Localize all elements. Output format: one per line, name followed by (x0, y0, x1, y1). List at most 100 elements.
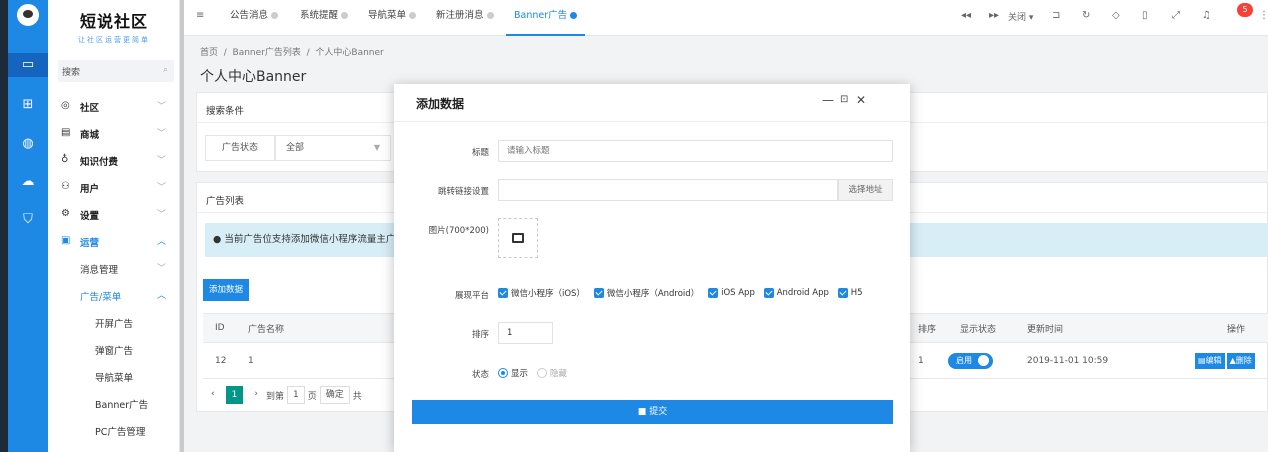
sidebar-item-settings[interactable]: ⚙ 设置 ﹀ (48, 200, 180, 227)
close-tab-icon[interactable] (271, 12, 279, 19)
edit-icon: ▤ (1198, 355, 1206, 365)
sidebar-item-message-mgmt[interactable]: 消息管理 ﹀ (48, 254, 180, 281)
platform-checkbox-ios-app[interactable]: iOS App (708, 288, 755, 298)
status-toggle-cell: 启用 (948, 343, 993, 378)
add-data-button[interactable]: 添加数据 (203, 279, 250, 301)
platform-checkbox-android-app[interactable]: Android App (763, 288, 829, 298)
close-tab-icon[interactable] (570, 12, 578, 19)
goto-input[interactable]: 1 (286, 386, 305, 404)
prev-page-icon[interactable]: ‹ (206, 386, 220, 404)
grid-icon[interactable]: ⊞ (8, 93, 48, 117)
breadcrumb-current: 个人中心Banner (315, 48, 384, 58)
delete-button[interactable]: ▲删除 (1226, 352, 1255, 369)
breadcrumb-home[interactable]: 首页 (200, 48, 218, 58)
breadcrumb-list[interactable]: Banner广告列表 (233, 48, 301, 58)
sidebar-item-mall[interactable]: ▤ 商城 ﹀ (48, 119, 180, 146)
title-input[interactable] (498, 140, 893, 162)
sidebar-item-splash-ad[interactable]: 开屏广告 (48, 308, 180, 335)
checkbox-icon (498, 288, 508, 298)
list-panel-header: 广告列表 (206, 196, 245, 207)
close-menu[interactable]: 关闭 ▾ (1008, 10, 1033, 23)
refresh-icon[interactable]: ↻ (1082, 10, 1090, 21)
checkbox-label: 微信小程序（iOS） (511, 289, 585, 299)
close-tab-icon[interactable] (409, 12, 417, 19)
chevron-down-icon: ﹀ (156, 264, 166, 274)
submit-label: 提交 (649, 407, 668, 417)
col-id: ID (215, 323, 225, 333)
scroll-left-icon[interactable]: ◂◂ (961, 10, 971, 21)
checkbox-icon (763, 288, 774, 298)
sidebar-item-ads-menu[interactable]: 广告/菜单 ︿ (48, 281, 180, 308)
sidebar-search-label: 搜索 (62, 68, 81, 78)
status-radio-hide[interactable]: 隐藏 (536, 367, 567, 379)
link-input[interactable] (498, 179, 838, 201)
edit-button[interactable]: ▤编辑 (1195, 352, 1225, 369)
theme-icon[interactable]: ◇ (1112, 10, 1120, 21)
delete-label: 删除 (1235, 355, 1252, 365)
chart-icon: ▣ (61, 235, 71, 246)
tab-new-register[interactable]: 新注册消息 (436, 0, 494, 36)
tab-banner-ad[interactable]: Banner广告 (506, 0, 586, 36)
lock-icon[interactable]: ⊐ (1052, 10, 1060, 21)
minimize-icon[interactable]: — (822, 93, 834, 107)
status-filter-select[interactable]: 全部 ▼ (275, 135, 391, 161)
link-field-label: 跳转链接设置 (437, 187, 489, 197)
sidebar-item-operation[interactable]: ▣ 运营 ︿ (48, 227, 180, 254)
tab-announcement[interactable]: 公告消息 (230, 0, 279, 36)
sidebar-item-users[interactable]: ⚇ 用户 ﹀ (48, 173, 180, 200)
pick-address-button[interactable]: 选择地址 (838, 179, 893, 201)
status-radio-show[interactable]: 显示 (498, 367, 528, 379)
edit-label: 编辑 (1205, 355, 1222, 365)
status-toggle-label: 启用 (956, 356, 972, 365)
sidebar-item-knowledge[interactable]: ♁ 知识付费 ﹀ (48, 146, 180, 173)
sidebar-item-banner-ad[interactable]: Banner广告 (48, 389, 180, 416)
platform-checkbox-h5[interactable]: H5 (837, 288, 863, 298)
maximize-icon[interactable]: ⊡ (840, 94, 848, 105)
avatar[interactable] (17, 4, 39, 26)
checkbox-icon (708, 288, 719, 298)
brand-title: 短说社区 (79, 12, 148, 31)
close-tab-icon[interactable] (341, 12, 349, 19)
info-tip-text: 当前广告位支持添加微信小程序流量主广 (224, 234, 396, 245)
status-toggle[interactable]: 启用 (948, 352, 993, 369)
page-current[interactable]: 1 (225, 386, 244, 404)
sidebar-item-popup-ad[interactable]: 弹窗广告 (48, 335, 180, 362)
sidebar-item-label: 用户 (80, 184, 100, 195)
platform-checkbox-wechat-android[interactable]: 微信小程序（Android） (593, 287, 699, 299)
sidebar-item-pc-ad[interactable]: PC广告管理 (48, 416, 180, 443)
sidebar-item-label: 广告/菜单 (80, 292, 122, 303)
menu-fold-icon[interactable]: ≡ (196, 10, 204, 21)
cloud-icon[interactable]: ☁ (8, 170, 48, 194)
sidebar-divider[interactable] (180, 0, 184, 452)
bell-icon[interactable]: ♫ (1202, 10, 1211, 21)
goto-confirm-button[interactable]: 确定 (319, 386, 350, 404)
close-icon[interactable]: ✕ (856, 93, 866, 107)
scroll-right-icon[interactable]: ▸▸ (989, 10, 999, 21)
sidebar-item-nav-menu[interactable]: 导航菜单 (48, 362, 180, 389)
dialog-title: 添加数据 (416, 97, 465, 111)
checkbox-icon (593, 288, 604, 298)
icon-rail: ▭ ⊞ ◍ ☁ ⛉ (8, 0, 48, 452)
tab-nav-menu[interactable]: 导航菜单 (368, 0, 417, 36)
sort-input[interactable]: 1 (498, 322, 553, 344)
chevron-down-icon: ﹀ (156, 156, 166, 166)
sidebar-item-label: 知识付费 (80, 157, 119, 168)
shield-icon[interactable]: ⛉ (8, 208, 48, 232)
close-tab-icon[interactable] (486, 12, 494, 19)
cell-name: 1 (248, 355, 254, 366)
tab-label: 导航菜单 (368, 10, 407, 21)
tab-system-reminder[interactable]: 系统提醒 (300, 0, 349, 36)
sidebar-item-community[interactable]: ◎ 社区 ﹀ (48, 92, 180, 119)
note-icon[interactable]: ▯ (1142, 10, 1148, 21)
fullscreen-icon[interactable]: ⤢ (1172, 10, 1180, 21)
monitor-icon[interactable]: ▭ (8, 53, 48, 77)
sidebar-item-label: 导航菜单 (95, 373, 134, 384)
submit-button[interactable]: ■ 提交 (412, 400, 893, 424)
more-icon[interactable]: ⋮ (1259, 10, 1268, 21)
chevron-up-icon: ︿ (156, 237, 166, 247)
platform-checkbox-wechat-ios[interactable]: 微信小程序（iOS） (498, 287, 585, 299)
next-page-icon[interactable]: › (249, 386, 263, 404)
sidebar-search[interactable]: 搜索 ⌕ (58, 60, 174, 82)
image-upload[interactable] (498, 218, 538, 258)
globe-icon[interactable]: ◍ (8, 132, 48, 156)
